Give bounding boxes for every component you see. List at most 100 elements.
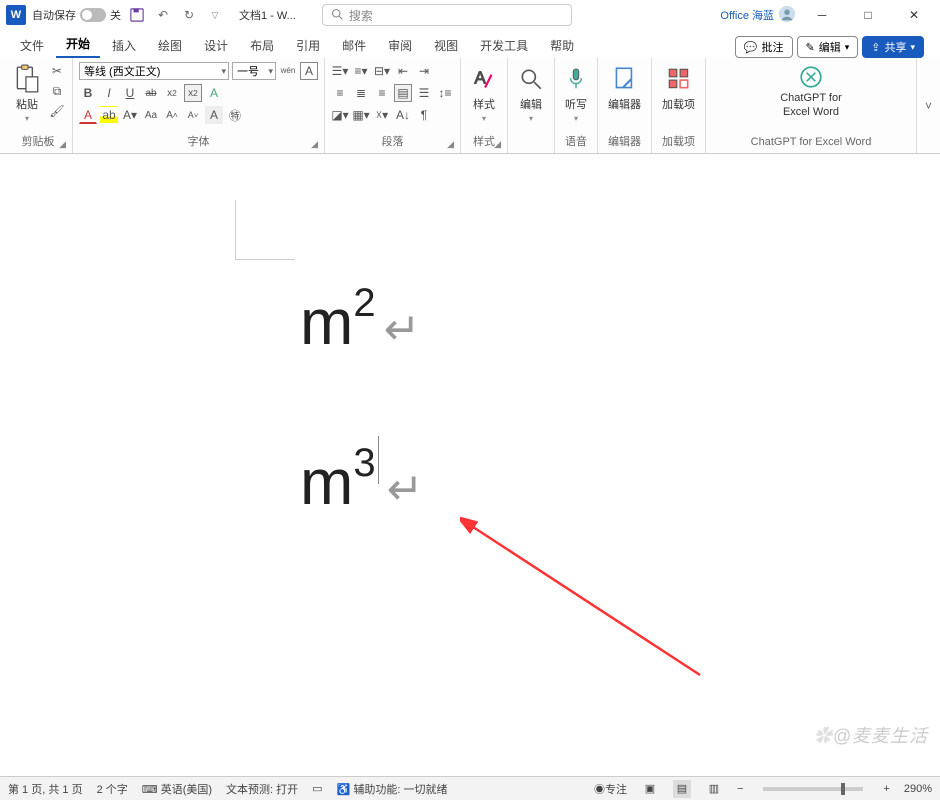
tab-design[interactable]: 设计	[194, 33, 238, 58]
tab-home[interactable]: 开始	[56, 31, 100, 58]
comments-button[interactable]: 💬批注	[735, 36, 793, 58]
increase-indent-icon[interactable]: ⇥	[415, 62, 433, 80]
group-editing: 编辑▾	[508, 58, 555, 153]
copy-icon[interactable]: ⧉	[48, 82, 66, 100]
borders-icon[interactable]: ▦▾	[352, 106, 370, 124]
editing-mode-button[interactable]: ✎编辑▾	[797, 36, 859, 58]
align-right-icon[interactable]: ≡	[373, 84, 391, 102]
multilevel-icon[interactable]: ⊟▾	[373, 62, 391, 80]
font-label: 字体	[188, 136, 210, 148]
font-name-select[interactable]: 等线 (西文正文)	[79, 62, 229, 80]
doc-line-1[interactable]: m2↵	[300, 285, 420, 359]
find-replace-button[interactable]: 编辑▾	[514, 62, 548, 125]
font-size-select[interactable]: 一号	[232, 62, 276, 80]
save-icon[interactable]	[127, 5, 147, 25]
account-name[interactable]: Office 海蓝	[720, 5, 796, 26]
superscript-icon[interactable]: x2	[184, 84, 202, 102]
editor-label: 编辑器	[608, 136, 641, 148]
collapse-ribbon-icon[interactable]: ˅	[916, 58, 940, 153]
format-painter-icon[interactable]: 🖌	[48, 102, 66, 120]
bullets-icon[interactable]: ☰▾	[331, 62, 349, 80]
share-button[interactable]: ⇪共享▾	[862, 36, 924, 58]
zoom-out-icon[interactable]: −	[737, 783, 743, 795]
accessibility-status[interactable]: ♿ 辅助功能: 一切就绪	[337, 781, 448, 797]
word-app-icon: W	[6, 5, 26, 25]
undo-icon[interactable]: ↶	[153, 5, 173, 25]
addins-button[interactable]: 加载项	[658, 62, 699, 114]
text-prediction-status[interactable]: 文本预测: 打开	[226, 781, 298, 797]
chatgpt-label: ChatGPT for Excel Word	[751, 136, 872, 148]
page-count[interactable]: 第 1 页, 共 1 页	[8, 781, 83, 797]
tab-draw[interactable]: 绘图	[148, 33, 192, 58]
tab-review[interactable]: 审阅	[378, 33, 422, 58]
tab-help[interactable]: 帮助	[540, 33, 584, 58]
decrease-indent-icon[interactable]: ⇤	[394, 62, 412, 80]
qat-more-icon[interactable]: ▽	[205, 5, 225, 25]
distribute-icon[interactable]: ☰	[415, 84, 433, 102]
document-title: 文档1 - W...	[239, 7, 296, 23]
font-color-icon[interactable]: A	[79, 106, 97, 124]
align-center-icon[interactable]: ≣	[352, 84, 370, 102]
line-spacing-icon[interactable]: ↕≡	[436, 84, 454, 102]
zoom-level[interactable]: 290%	[904, 783, 932, 795]
change-case-icon[interactable]: Aa	[142, 106, 160, 124]
character-border-icon[interactable]: A	[300, 62, 318, 80]
styles-button[interactable]: A 样式▾	[467, 62, 501, 125]
tab-insert[interactable]: 插入	[102, 33, 146, 58]
shading-icon[interactable]: ◪▾	[331, 106, 349, 124]
paste-button[interactable]: 粘贴 ▾	[10, 62, 44, 125]
enclose-char-icon[interactable]: ㊕	[226, 106, 244, 124]
clear-format-icon[interactable]: A	[205, 106, 223, 124]
bold-icon[interactable]: B	[79, 84, 97, 102]
underline-icon[interactable]: U	[121, 84, 139, 102]
numbering-icon[interactable]: ≡▾	[352, 62, 370, 80]
styles-launcher-icon[interactable]: ◢	[494, 137, 501, 151]
document-canvas[interactable]: m2↵ m3↵ ✿@麦麦生活	[0, 155, 940, 776]
italic-icon[interactable]: I	[100, 84, 118, 102]
clipboard-launcher-icon[interactable]: ◢	[59, 137, 66, 151]
display-settings-icon[interactable]: ▭	[312, 782, 322, 795]
show-marks-icon[interactable]: ¶	[415, 106, 433, 124]
autosave-toggle[interactable]: 自动保存 关	[32, 7, 121, 23]
print-layout-icon[interactable]: ▤	[673, 780, 691, 798]
pencil-icon: ✎	[806, 41, 815, 54]
phonetic-guide-icon[interactable]: wén	[279, 62, 297, 80]
chatgpt-button[interactable]: ChatGPT for Excel Word	[776, 62, 846, 120]
word-count[interactable]: 2 个字	[97, 781, 128, 797]
tab-developer[interactable]: 开发工具	[470, 33, 538, 58]
doc-line-2[interactable]: m3↵	[300, 445, 423, 519]
subscript-icon[interactable]: x2	[163, 84, 181, 102]
shrink-font-icon[interactable]: A˅	[184, 106, 202, 124]
language-status[interactable]: ⌨ 英语(美国)	[142, 781, 212, 797]
paragraph-mark-icon: ↵	[384, 304, 421, 355]
read-mode-icon[interactable]: ▣	[641, 780, 659, 798]
tab-references[interactable]: 引用	[286, 33, 330, 58]
font-shade-icon[interactable]: A▾	[121, 106, 139, 124]
redo-icon[interactable]: ↻	[179, 5, 199, 25]
tab-view[interactable]: 视图	[424, 33, 468, 58]
font-launcher-icon[interactable]: ◢	[311, 137, 318, 151]
tab-layout[interactable]: 布局	[240, 33, 284, 58]
zoom-slider[interactable]	[763, 787, 863, 791]
paragraph-launcher-icon[interactable]: ◢	[447, 137, 454, 151]
grow-font-icon[interactable]: A˄	[163, 106, 181, 124]
maximize-button[interactable]: □	[848, 0, 888, 30]
align-left-icon[interactable]: ≡	[331, 84, 349, 102]
cut-icon[interactable]: ✂	[48, 62, 66, 80]
minimize-button[interactable]: ─	[802, 0, 842, 30]
web-layout-icon[interactable]: ▥	[705, 780, 723, 798]
search-box[interactable]: 搜索	[322, 4, 572, 26]
close-button[interactable]: ✕	[894, 0, 934, 30]
editor-button[interactable]: 编辑器	[604, 62, 645, 114]
justify-icon[interactable]: ▤	[394, 84, 412, 102]
sort-icon[interactable]: A↓	[394, 106, 412, 124]
asian-layout-icon[interactable]: ☓▾	[373, 106, 391, 124]
strikethrough-icon[interactable]: ab	[142, 84, 160, 102]
dictate-button[interactable]: 听写▾	[561, 62, 591, 125]
zoom-in-icon[interactable]: +	[883, 783, 889, 795]
highlight-color-icon[interactable]: ab	[100, 106, 118, 124]
tab-mailings[interactable]: 邮件	[332, 33, 376, 58]
text-effects-icon[interactable]: A	[205, 84, 223, 102]
tab-file[interactable]: 文件	[10, 33, 54, 58]
focus-mode[interactable]: ◉专注	[594, 781, 627, 797]
